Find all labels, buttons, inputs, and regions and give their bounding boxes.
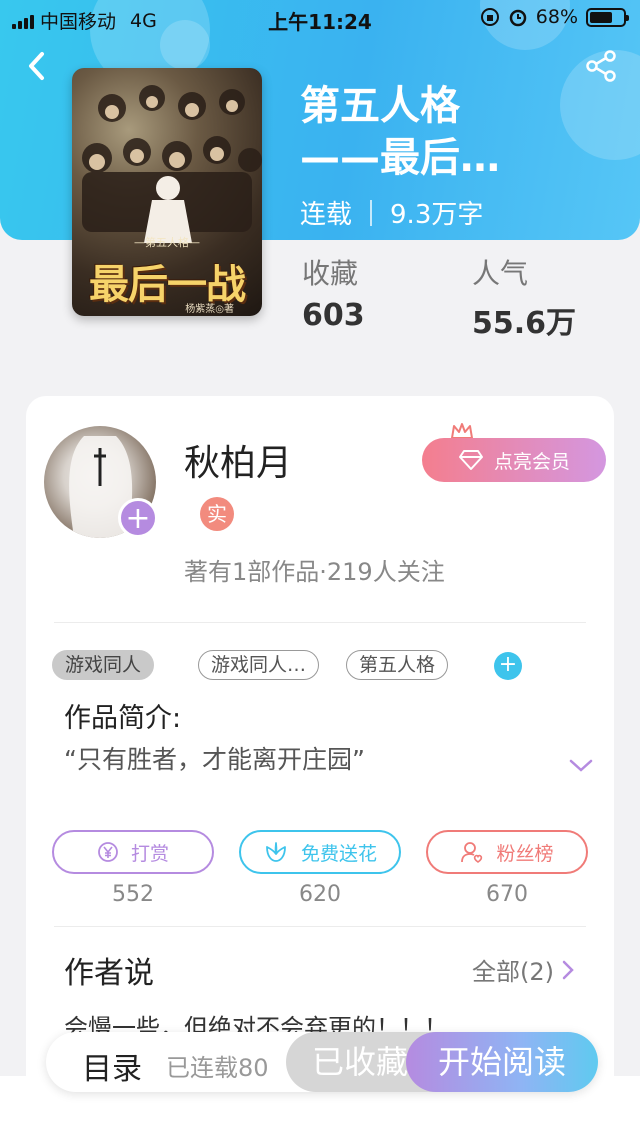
send-flower-button[interactable]: 免费送花 <box>239 830 401 874</box>
add-tag-button[interactable]: + <box>494 652 522 680</box>
divider <box>54 926 586 927</box>
favorites-label: 收藏 <box>302 257 359 290</box>
author-says-all-link[interactable]: 全部(2) <box>472 952 574 987</box>
tip-button[interactable]: 打赏 <box>52 830 214 874</box>
follow-author-button[interactable]: + <box>118 498 158 538</box>
popularity-label: 人气 <box>472 257 529 290</box>
divider <box>54 622 586 623</box>
book-title-line1: 第五人格 <box>300 83 460 129</box>
favorites-value: 603 <box>302 298 365 333</box>
chevron-right-icon <box>562 960 574 979</box>
yen-icon <box>98 842 118 862</box>
tip-label: 打赏 <box>130 842 169 865</box>
flower-icon <box>266 842 286 862</box>
popularity-stat: 人气 55.6万 <box>472 252 576 342</box>
book-title-line2: ——最后… <box>300 135 500 181</box>
table-of-contents-button[interactable]: 目录 <box>82 1044 142 1088</box>
fan-count: 670 <box>486 882 528 907</box>
bottom-action-bar: 目录 已连载80 已收藏 开始阅读 <box>46 1032 598 1092</box>
author-summary: 著有1部作品·219人关注 <box>184 558 445 586</box>
meta-divider <box>370 199 373 226</box>
rotation-lock-icon <box>480 8 499 26</box>
tag-topic[interactable]: 第五人格 <box>346 650 449 680</box>
chapter-count: 已连载80 <box>166 1054 269 1082</box>
tag-category[interactable]: 游戏同人 <box>52 650 155 680</box>
cover-author: 杨紫蒸◎著 <box>185 304 234 315</box>
alarm-icon <box>509 9 527 27</box>
book-cover[interactable]: —第五人格— 最后一战 杨紫蒸◎著 <box>72 68 262 316</box>
all-link-label: 全部(2) <box>472 958 554 986</box>
tip-count: 552 <box>112 882 154 907</box>
book-detail-card: + 秋柏月 实 著有1部作品·219人关注 点亮会员 游戏同人 游戏同人… 第五… <box>26 396 614 1096</box>
verified-badge: 实 <box>200 497 234 531</box>
book-title: 第五人格 ——最后… <box>300 80 540 184</box>
flower-count: 620 <box>299 882 341 907</box>
battery-percent: 68% <box>535 6 578 28</box>
book-meta: 连载 9.3万字 <box>300 194 483 231</box>
diamond-icon <box>458 450 483 470</box>
vip-button[interactable]: 点亮会员 <box>422 438 606 482</box>
intro-text: “只有胜者，才能离开庄园” <box>64 745 365 774</box>
fan-ranking-label: 粉丝榜 <box>496 842 554 865</box>
fan-ranking-button[interactable]: 粉丝榜 <box>426 830 588 874</box>
status-bar: 中国移动 4G 上午11:24 68% <box>0 0 640 36</box>
fan-icon <box>461 842 483 863</box>
share-icon[interactable] <box>584 48 618 84</box>
intro-title: 作品简介: <box>64 703 182 734</box>
cover-subtitle: —第五人格— <box>134 236 200 249</box>
vip-button-label: 点亮会员 <box>493 450 570 473</box>
serial-status: 连载 <box>300 200 353 230</box>
author-name[interactable]: 秋柏月 <box>184 434 292 486</box>
battery-icon <box>586 7 629 27</box>
tag-subcategory[interactable]: 游戏同人… <box>198 650 320 680</box>
author-says-title: 作者说 <box>64 956 154 991</box>
start-reading-button[interactable]: 开始阅读 <box>406 1032 598 1092</box>
send-flower-label: 免费送花 <box>300 842 377 865</box>
back-icon[interactable] <box>22 48 52 84</box>
word-count: 9.3万字 <box>390 200 484 230</box>
expand-chevron-icon[interactable] <box>568 758 594 774</box>
popularity-value: 55.6万 <box>472 306 577 341</box>
favorites-stat: 收藏 603 <box>302 252 365 333</box>
